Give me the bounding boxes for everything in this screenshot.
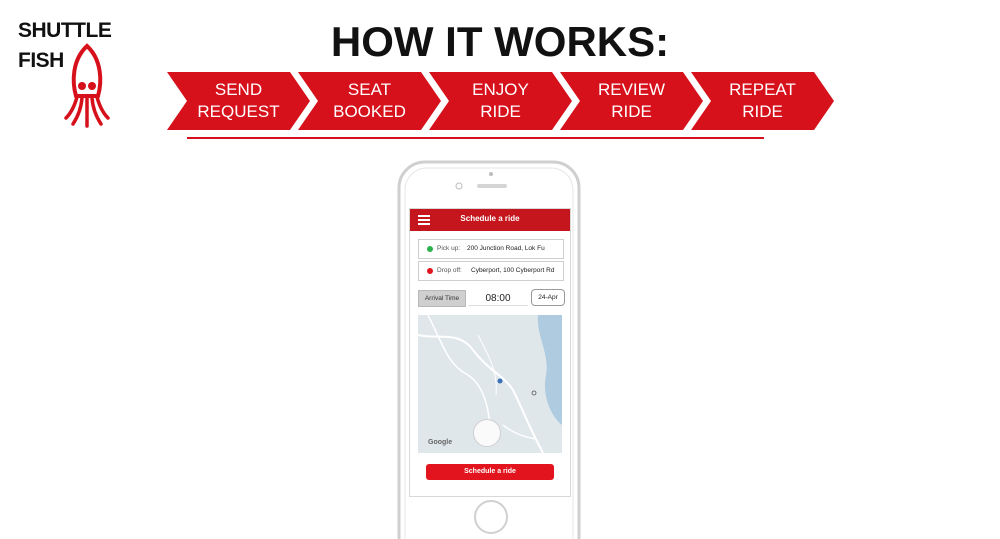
app-header: Schedule a ride — [410, 209, 570, 231]
step-seat-booked: SEAT BOOKED — [298, 72, 441, 130]
step-enjoy-ride: ENJOY RIDE — [429, 72, 572, 130]
step-review-ride: REVIEW RIDE — [560, 72, 703, 130]
page-title: HOW IT WORKS: — [330, 18, 670, 65]
step-repeat-ride: REPEAT RIDE — [691, 72, 834, 130]
app-screen: Schedule a ride Pick up: 200 Junction Ro… — [409, 208, 571, 497]
step-label-line2: RIDE — [611, 102, 652, 121]
phone-home-button — [474, 500, 508, 534]
pickup-label: Pick up: — [437, 245, 461, 252]
step-label-line2: RIDE — [742, 102, 783, 121]
step-label-line2: BOOKED — [333, 102, 406, 121]
step-label-line2: RIDE — [480, 102, 521, 121]
date-button[interactable]: 24-Apr — [531, 289, 565, 306]
step-send-request: SEND REQUEST — [167, 72, 310, 130]
process-steps: SEND REQUEST SEAT BOOKED ENJOY RIDE REVIEW R… — [167, 72, 837, 130]
map-locate-button[interactable] — [473, 419, 501, 447]
schedule-ride-button[interactable]: Schedule a ride — [426, 464, 554, 480]
arrival-time-label: Arrival Time — [418, 290, 466, 307]
title-underline — [187, 137, 764, 139]
step-label-line1: SEND — [214, 80, 263, 99]
pickup-value: 200 Junction Road, Lok Fu — [467, 245, 545, 252]
pickup-dot-icon — [427, 246, 433, 252]
step-label-line1: ENJOY — [472, 80, 529, 99]
dropoff-dot-icon — [427, 268, 433, 274]
map-view[interactable]: Google — [418, 315, 562, 453]
step-label-line1: SEAT — [347, 80, 392, 99]
pickup-field[interactable]: Pick up: 200 Junction Road, Lok Fu — [418, 239, 564, 259]
app-header-title: Schedule a ride — [460, 214, 520, 223]
map-provider-logo: Google — [428, 439, 453, 446]
time-input[interactable]: 08:00 — [468, 290, 528, 306]
step-label-line1: REPEAT — [729, 80, 796, 99]
dropoff-field[interactable]: Drop off: Cyberport, 100 Cyberport Rd — [418, 261, 564, 281]
step-label-line2: REQUEST — [197, 102, 280, 121]
dropoff-value: Cyberport, 100 Cyberport Rd — [471, 267, 555, 274]
step-label-line1: REVIEW — [597, 80, 666, 99]
dropoff-label: Drop off: — [437, 267, 462, 274]
